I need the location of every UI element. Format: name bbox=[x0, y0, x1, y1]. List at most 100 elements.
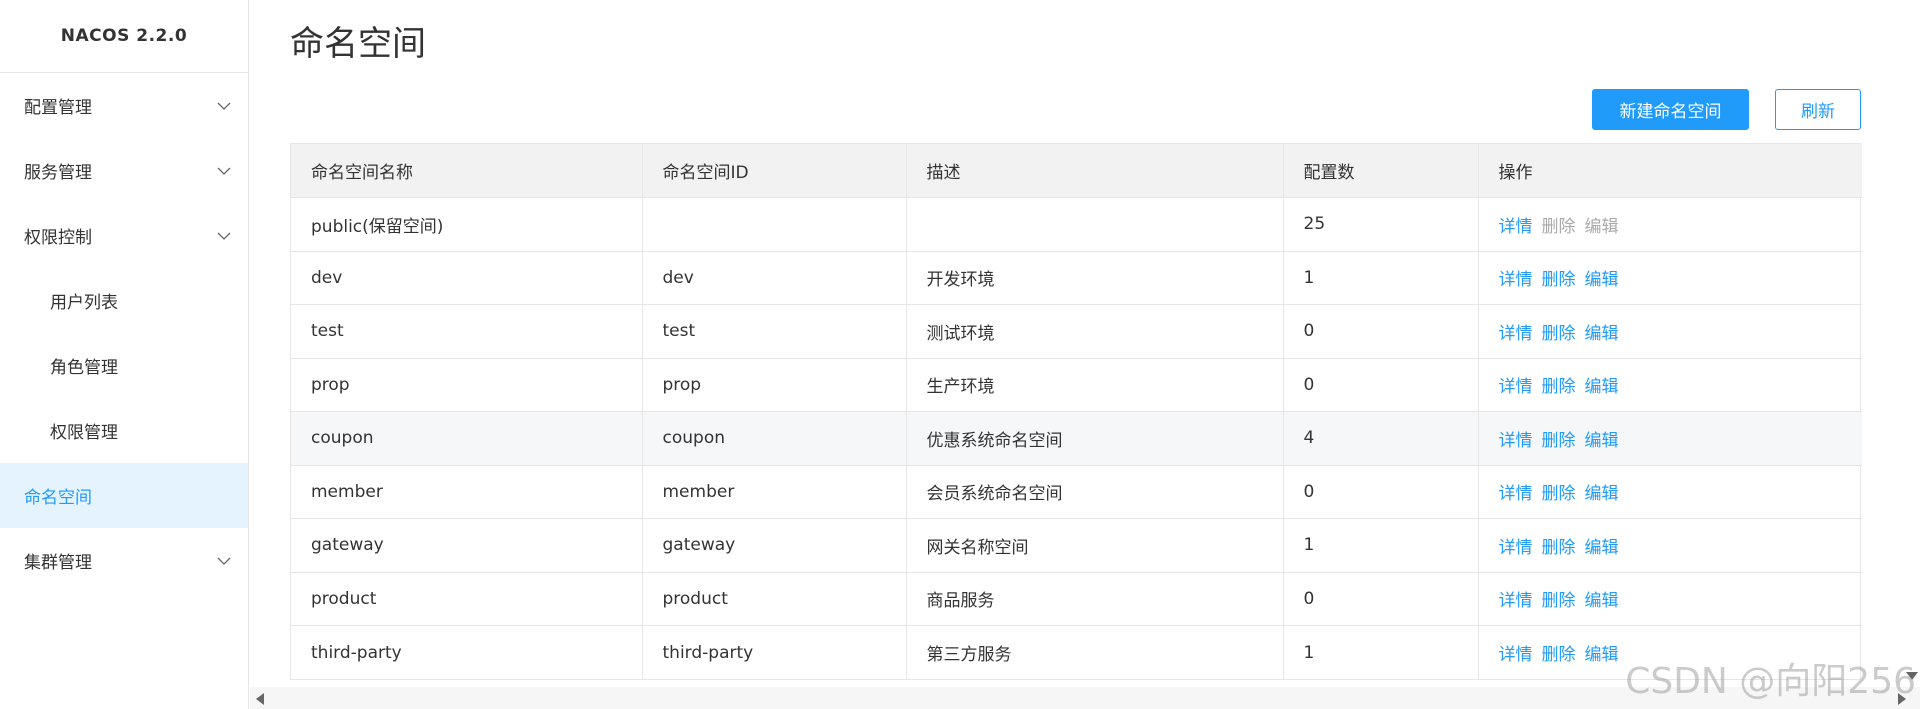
app-logo: NACOS 2.2.0 bbox=[0, 0, 248, 73]
edit-link[interactable]: 编辑 bbox=[1585, 319, 1619, 344]
config-count-cell: 0 bbox=[1283, 358, 1479, 412]
config-count-cell: 0 bbox=[1283, 465, 1479, 519]
chevron-down-icon bbox=[217, 102, 231, 110]
edit-link[interactable]: 编辑 bbox=[1585, 533, 1619, 558]
table-row: gateway gateway 网关名称空间 1 详情 删除 编辑 bbox=[291, 518, 1862, 573]
edit-link[interactable]: 编辑 bbox=[1585, 640, 1619, 665]
detail-link[interactable]: 详情 bbox=[1499, 319, 1533, 344]
watermark: CSDN @向阳256 bbox=[1625, 661, 1916, 702]
edit-link[interactable]: 编辑 bbox=[1585, 426, 1619, 451]
delete-link[interactable]: 删除 bbox=[1542, 479, 1576, 504]
sidebar-item-6[interactable]: 命名空间 bbox=[0, 463, 248, 528]
table-row: public(保留空间) 25 详情 删除 编辑 bbox=[291, 197, 1862, 252]
namespace-id-cell: test bbox=[642, 304, 907, 359]
delete-link[interactable]: 删除 bbox=[1542, 319, 1576, 344]
edit-link[interactable]: 编辑 bbox=[1585, 479, 1619, 504]
sidebar-item-1[interactable]: 服务管理 bbox=[0, 138, 248, 203]
description-cell: 第三方服务 bbox=[906, 625, 1284, 679]
edit-link[interactable]: 编辑 bbox=[1585, 372, 1619, 397]
delete-link[interactable]: 删除 bbox=[1542, 586, 1576, 611]
sidebar-item-label: 服务管理 bbox=[24, 163, 92, 183]
namespace-id-cell: third-party bbox=[642, 625, 907, 679]
namespace-id-cell: dev bbox=[642, 251, 907, 305]
detail-link[interactable]: 详情 bbox=[1499, 372, 1533, 397]
namespace-id-cell: coupon bbox=[642, 411, 907, 466]
sidebar-item-0[interactable]: 配置管理 bbox=[0, 73, 248, 138]
table-header-row: 命名空间名称 命名空间ID 描述 配置数 操作 bbox=[291, 144, 1862, 198]
actions-cell: 详情 删除 编辑 bbox=[1478, 465, 1862, 519]
config-count-cell: 0 bbox=[1283, 304, 1479, 359]
namespace-id-cell: product bbox=[642, 572, 907, 626]
description-cell bbox=[906, 197, 1284, 252]
sidebar-nav: 配置管理服务管理权限控制用户列表角色管理权限管理命名空间集群管理 bbox=[0, 73, 248, 593]
detail-link[interactable]: 详情 bbox=[1499, 265, 1533, 290]
namespace-name-cell: coupon bbox=[291, 411, 643, 466]
config-count-cell: 0 bbox=[1283, 572, 1479, 626]
namespace-name-cell: dev bbox=[291, 251, 643, 305]
actions-cell: 详情 删除 编辑 bbox=[1478, 518, 1862, 573]
detail-link[interactable]: 详情 bbox=[1499, 640, 1533, 665]
delete-link[interactable]: 删除 bbox=[1542, 372, 1576, 397]
sidebar: NACOS 2.2.0 配置管理服务管理权限控制用户列表角色管理权限管理命名空间… bbox=[0, 0, 249, 709]
sidebar-item-2[interactable]: 权限控制 bbox=[0, 203, 248, 268]
sidebar-item-7[interactable]: 集群管理 bbox=[0, 528, 248, 593]
table-row: test test 测试环境 0 详情 删除 编辑 bbox=[291, 304, 1862, 359]
config-count-cell: 4 bbox=[1283, 411, 1479, 466]
sidebar-item-label: 集群管理 bbox=[24, 553, 92, 573]
namespace-table: 命名空间名称 命名空间ID 描述 配置数 操作 public(保留空间) 25 详情… bbox=[290, 143, 1862, 680]
namespace-name-cell: member bbox=[291, 465, 643, 519]
delete-link[interactable]: 删除 bbox=[1542, 533, 1576, 558]
sidebar-item-4[interactable]: 角色管理 bbox=[0, 333, 248, 398]
namespace-name-cell: gateway bbox=[291, 518, 643, 573]
create-namespace-button[interactable]: 新建命名空间 bbox=[1592, 89, 1749, 130]
namespace-name-cell: public(保留空间) bbox=[291, 197, 643, 252]
table-row: prop prop 生产环境 0 详情 删除 编辑 bbox=[291, 358, 1862, 412]
detail-link[interactable]: 详情 bbox=[1499, 212, 1533, 237]
chevron-down-icon bbox=[217, 232, 231, 240]
delete-link[interactable]: 删除 bbox=[1542, 640, 1576, 665]
description-cell: 网关名称空间 bbox=[906, 518, 1284, 573]
scroll-left-icon[interactable] bbox=[256, 693, 264, 705]
detail-link[interactable]: 详情 bbox=[1499, 586, 1533, 611]
detail-link[interactable]: 详情 bbox=[1499, 479, 1533, 504]
sidebar-item-label: 命名空间 bbox=[24, 488, 92, 508]
actions-cell: 详情 删除 编辑 bbox=[1478, 572, 1862, 626]
detail-link[interactable]: 详情 bbox=[1499, 533, 1533, 558]
config-count-cell: 25 bbox=[1283, 197, 1479, 252]
sidebar-item-3[interactable]: 用户列表 bbox=[0, 268, 248, 333]
table-row: coupon coupon 优惠系统命名空间 4 详情 删除 编辑 bbox=[291, 411, 1862, 466]
delete-link[interactable]: 删除 bbox=[1542, 426, 1576, 451]
edit-link[interactable]: 编辑 bbox=[1585, 265, 1619, 290]
main-content: 命名空间 新建命名空间 刷新 命名空间名称 命名空间ID 描述 配置数 操作 p bbox=[250, 0, 1920, 709]
delete-link: 删除 bbox=[1541, 216, 1576, 237]
sidebar-item-label: 权限管理 bbox=[50, 423, 118, 443]
description-cell: 开发环境 bbox=[906, 251, 1284, 305]
namespace-id-cell: gateway bbox=[642, 518, 907, 573]
sidebar-item-5[interactable]: 权限管理 bbox=[0, 398, 248, 463]
namespace-name-cell: third-party bbox=[291, 625, 643, 679]
edit-link[interactable]: 编辑 bbox=[1585, 586, 1619, 611]
description-cell: 优惠系统命名空间 bbox=[906, 411, 1284, 466]
column-header-description: 描述 bbox=[906, 144, 1284, 198]
sidebar-item-label: 用户列表 bbox=[50, 293, 118, 313]
detail-link[interactable]: 详情 bbox=[1499, 426, 1533, 451]
sidebar-item-label: 权限控制 bbox=[24, 228, 92, 248]
actions-cell: 详情 删除 编辑 bbox=[1478, 358, 1862, 412]
description-cell: 会员系统命名空间 bbox=[906, 465, 1284, 519]
config-count-cell: 1 bbox=[1283, 625, 1479, 679]
config-count-cell: 1 bbox=[1283, 518, 1479, 573]
namespace-name-cell: product bbox=[291, 572, 643, 626]
namespace-id-cell: member bbox=[642, 465, 907, 519]
chevron-down-icon bbox=[217, 167, 231, 175]
sidebar-item-label: 配置管理 bbox=[24, 98, 92, 118]
actions-cell: 详情 删除 编辑 bbox=[1478, 197, 1862, 252]
column-header-id: 命名空间ID bbox=[642, 144, 907, 198]
description-cell: 测试环境 bbox=[906, 304, 1284, 359]
delete-link[interactable]: 删除 bbox=[1542, 265, 1576, 290]
actions-cell: 详情 删除 编辑 bbox=[1478, 251, 1862, 305]
table-row: product product 商品服务 0 详情 删除 编辑 bbox=[291, 572, 1862, 626]
namespace-id-cell bbox=[642, 197, 907, 252]
refresh-button[interactable]: 刷新 bbox=[1775, 89, 1861, 130]
sidebar-item-label: 角色管理 bbox=[50, 358, 118, 378]
description-cell: 商品服务 bbox=[906, 572, 1284, 626]
